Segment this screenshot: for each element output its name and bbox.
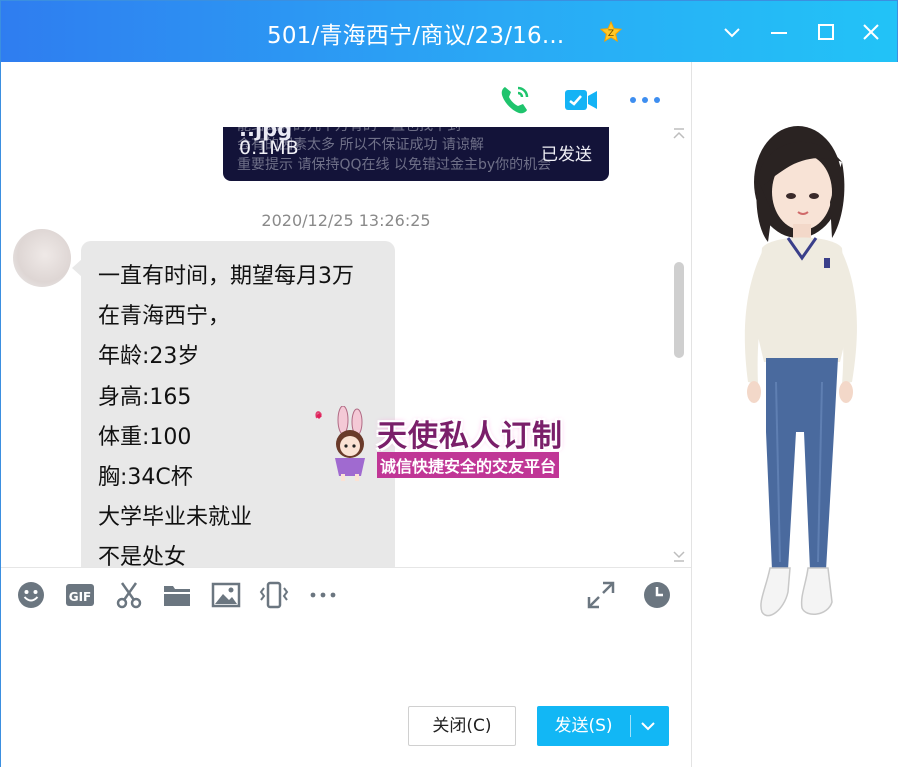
send-button-label: 发送(S) [554, 716, 613, 736]
input-toolbar: GIF [1, 580, 691, 618]
history-icon[interactable] [642, 580, 672, 610]
watermark-subtitle: 诚信快捷安全的交友平台 [377, 452, 560, 478]
scroll-up-icon[interactable] [671, 127, 687, 141]
message-timestamp: 2020/12/25 13:26:25 [261, 211, 431, 230]
star-badge-icon: Z [599, 20, 623, 44]
maximize-icon[interactable] [813, 19, 839, 45]
character-illustration-icon [744, 126, 857, 617]
emoji-icon[interactable] [16, 580, 46, 610]
close-button[interactable]: 关闭(C) [408, 706, 516, 746]
more-tools-icon[interactable] [308, 580, 338, 610]
avatar[interactable] [13, 229, 71, 287]
side-panel [692, 62, 898, 767]
file-status: 已发送 [541, 145, 592, 165]
close-icon[interactable] [858, 19, 884, 45]
chat-pane: 能给到有的几千万有的一直也找不到 会有的因素太多 所以不保证成功 请谅解 重要提… [1, 62, 691, 767]
scissors-icon[interactable] [114, 580, 144, 610]
watermark-title: 天使私人订制 [377, 419, 563, 454]
folder-icon[interactable] [162, 580, 192, 610]
send-button-separator [630, 715, 631, 737]
overlay-watermark: 天使私人订制 诚信快捷安全的交友平台 [313, 406, 593, 482]
minimize-icon[interactable] [766, 19, 792, 45]
file-message-card[interactable]: 能给到有的几千万有的一直也找不到 会有的因素太多 所以不保证成功 请谅解 重要提… [223, 127, 609, 181]
title-bar[interactable]: 501/青海西宁/商议/23/16... Z [1, 1, 897, 62]
dropdown-chevron-icon[interactable] [719, 19, 745, 45]
message-line: 不是处女 [98, 545, 187, 567]
scrollbar-thumb[interactable] [674, 262, 684, 358]
bunny-girl-logo-icon [315, 406, 365, 481]
shake-icon[interactable] [259, 580, 289, 610]
video-call-icon[interactable] [563, 82, 599, 118]
message-line: 一直有时间，期望每月3万 [98, 264, 354, 289]
more-icon[interactable] [627, 82, 663, 118]
message-line: 大学毕业未就业 [98, 505, 253, 531]
image-icon[interactable] [211, 580, 241, 610]
scroll-down-icon[interactable] [671, 549, 687, 563]
window-title: 501/青海西宁/商议/23/16... [267, 23, 565, 49]
message-line: 年龄:23岁 [98, 344, 200, 370]
toolbar-divider [1, 567, 691, 568]
svg-text:GIF: GIF [69, 590, 92, 604]
expand-icon[interactable] [586, 580, 616, 610]
message-line: 在青海西宁， [98, 304, 231, 330]
svg-text:Z: Z [608, 29, 614, 39]
send-button[interactable]: 发送(S) [537, 706, 669, 746]
message-list[interactable]: 能给到有的几千万有的一直也找不到 会有的因素太多 所以不保证成功 请谅解 重要提… [1, 127, 691, 567]
file-size: 0.1MB [239, 137, 299, 159]
gif-icon[interactable]: GIF [65, 580, 95, 610]
send-options-chevron-icon[interactable] [637, 716, 659, 736]
chat-window: 501/青海西宁/商议/23/16... Z 能给到有的几千万有 [0, 0, 898, 767]
message-bubble[interactable]: 一直有时间，期望每月3万 在青海西宁， 年龄:23岁 身高:165 体重:100… [72, 241, 395, 567]
phone-icon[interactable] [497, 82, 533, 118]
